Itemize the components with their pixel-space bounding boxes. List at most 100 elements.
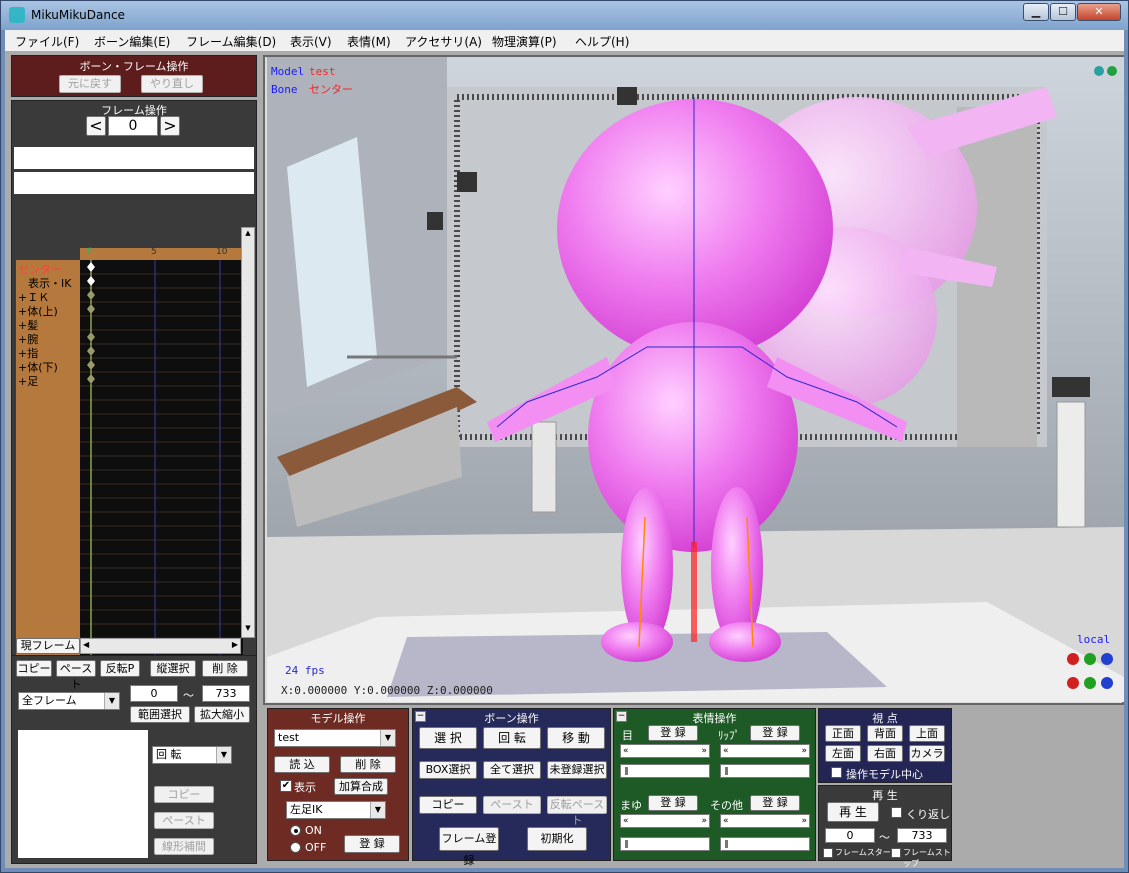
chevron-down-icon[interactable]: ▼ bbox=[380, 730, 395, 746]
off-radio[interactable] bbox=[290, 842, 301, 853]
view-left-button[interactable]: 左面 bbox=[825, 745, 861, 762]
range-from-field[interactable]: 0 bbox=[130, 685, 178, 702]
menu-accessory[interactable]: アクセサリ(A) bbox=[405, 33, 482, 50]
range-select-button[interactable]: 範囲選択 bbox=[130, 706, 190, 723]
next-frame-button[interactable]: > bbox=[160, 116, 180, 136]
3d-viewport[interactable]: Model test Bone センター 24 fps X:0.000000 Y… bbox=[267, 57, 1124, 702]
scale-button[interactable]: 拡大縮小 bbox=[194, 706, 250, 723]
frame-stop-checkbox[interactable] bbox=[891, 848, 901, 858]
interp-mode-select[interactable]: 回 転 ▼ bbox=[152, 746, 232, 764]
view-camera-button[interactable]: カメラ bbox=[909, 745, 945, 762]
redo-button[interactable]: やり直し bbox=[141, 75, 203, 93]
scroll-left-arrow-icon[interactable]: ◀ bbox=[83, 640, 89, 649]
brow-slider[interactable] bbox=[620, 837, 710, 851]
timeline-grid[interactable] bbox=[80, 260, 243, 687]
model-register-button[interactable]: 登 録 bbox=[344, 835, 400, 853]
delete-model-button[interactable]: 削 除 bbox=[340, 756, 396, 773]
move-y-icon[interactable] bbox=[1084, 677, 1096, 689]
lip-select[interactable]: «» bbox=[720, 744, 810, 758]
menu-file[interactable]: ファイル(F) bbox=[15, 33, 79, 50]
delete-button[interactable]: 削 除 bbox=[202, 660, 248, 677]
view-back-button[interactable]: 背面 bbox=[867, 725, 903, 742]
play-from-field[interactable]: 0 bbox=[825, 828, 875, 843]
prev-frame-button[interactable]: < bbox=[86, 116, 106, 136]
frame-number-field[interactable]: 0 bbox=[108, 116, 158, 136]
play-button[interactable]: 再 生 bbox=[827, 802, 879, 822]
box-select-button[interactable]: BOX選択 bbox=[419, 761, 477, 779]
loop-checkbox[interactable] bbox=[891, 807, 902, 818]
move-x-icon[interactable] bbox=[1067, 677, 1079, 689]
view-front-button[interactable]: 正面 bbox=[825, 725, 861, 742]
view-top-button[interactable]: 上面 bbox=[909, 725, 945, 742]
model-center-checkbox[interactable] bbox=[831, 767, 842, 778]
other-register-button[interactable]: 登 録 bbox=[750, 795, 800, 811]
eye-select[interactable]: «» bbox=[620, 744, 710, 758]
load-model-button[interactable]: 読 込 bbox=[274, 756, 330, 773]
select-all-button[interactable]: 全て選択 bbox=[483, 761, 541, 779]
brow-register-button[interactable]: 登 録 bbox=[648, 795, 698, 811]
keyframe-finger[interactable] bbox=[87, 346, 95, 356]
vertical-select-button[interactable]: 縦選択 bbox=[150, 660, 196, 677]
eye-slider[interactable] bbox=[620, 764, 710, 778]
minimize-button[interactable]: ▁ bbox=[1023, 3, 1049, 21]
interp-copy-button[interactable]: コピー bbox=[154, 786, 214, 803]
rotate-z-icon[interactable] bbox=[1101, 653, 1113, 665]
keyframe-arm[interactable] bbox=[87, 332, 95, 342]
show-checkbox[interactable]: ✔ bbox=[280, 780, 292, 792]
eye-register-button[interactable]: 登 録 bbox=[648, 725, 698, 741]
keyframe-ik[interactable] bbox=[87, 290, 95, 300]
frame-start-checkbox[interactable] bbox=[823, 848, 833, 858]
menu-physics[interactable]: 物理演算(P) bbox=[492, 33, 557, 50]
interpolation-curve-box[interactable] bbox=[18, 730, 148, 858]
reverse-paste-bone-button[interactable]: 反転ペースト bbox=[547, 796, 607, 827]
menu-view[interactable]: 表示(V) bbox=[290, 33, 332, 50]
rotate-y-icon[interactable] bbox=[1084, 653, 1096, 665]
menu-help[interactable]: ヘルプ(H) bbox=[575, 33, 629, 50]
maximize-button[interactable]: ☐ bbox=[1050, 3, 1076, 21]
menu-face[interactable]: 表情(M) bbox=[347, 33, 391, 50]
chevron-down-icon[interactable]: ▼ bbox=[216, 747, 231, 763]
chevron-down-icon[interactable]: ▼ bbox=[104, 693, 119, 709]
keyframe-upper-body[interactable] bbox=[87, 304, 95, 314]
linear-interp-button[interactable]: 線形補間 bbox=[154, 838, 214, 855]
other-slider[interactable] bbox=[720, 837, 810, 851]
move-z-icon[interactable] bbox=[1101, 677, 1113, 689]
rotate-bone-button[interactable]: 回 転 bbox=[483, 727, 541, 749]
current-frame-button[interactable]: 現フレーム bbox=[16, 638, 80, 654]
bone-copy-button[interactable]: コピー bbox=[419, 796, 477, 814]
other-select[interactable]: «» bbox=[720, 814, 810, 828]
bone-select[interactable]: 左足IK ▼ bbox=[286, 801, 386, 819]
brow-select[interactable]: «» bbox=[620, 814, 710, 828]
scroll-right-arrow-icon[interactable]: ▶ bbox=[232, 640, 238, 649]
keyframe-center[interactable] bbox=[87, 262, 95, 272]
chevron-down-icon[interactable]: ▼ bbox=[370, 802, 385, 818]
range-to-field[interactable]: 733 bbox=[202, 685, 250, 702]
keyframe-leg[interactable] bbox=[87, 374, 95, 384]
paste-button[interactable]: ペースト bbox=[56, 660, 96, 691]
view-move-icon[interactable] bbox=[1107, 66, 1117, 76]
close-button[interactable]: ✕ bbox=[1077, 3, 1121, 21]
lip-register-button[interactable]: 登 録 bbox=[750, 725, 800, 741]
scroll-up-arrow-icon[interactable]: ▲ bbox=[243, 229, 253, 241]
select-bone-button[interactable]: 選 択 bbox=[419, 727, 477, 749]
menu-frame-edit[interactable]: フレーム編集(D) bbox=[186, 33, 276, 50]
menu-bone-edit[interactable]: ボーン編集(E) bbox=[94, 33, 170, 50]
view-right-button[interactable]: 右面 bbox=[867, 745, 903, 762]
play-to-field[interactable]: 733 bbox=[897, 828, 947, 843]
model-select[interactable]: test ▼ bbox=[274, 729, 396, 747]
keyframe-lower-body[interactable] bbox=[87, 360, 95, 370]
scroll-down-arrow-icon[interactable]: ▼ bbox=[243, 624, 253, 636]
on-radio[interactable] bbox=[290, 825, 301, 836]
interp-paste-button[interactable]: ペースト bbox=[154, 812, 214, 829]
bone-paste-button[interactable]: ペースト bbox=[483, 796, 541, 814]
move-bone-button[interactable]: 移 動 bbox=[547, 727, 605, 749]
frame-register-button[interactable]: フレーム登録 bbox=[439, 827, 499, 867]
unregistered-select-button[interactable]: 未登録選択 bbox=[547, 761, 607, 779]
timeline-row-leg[interactable]: +足 bbox=[18, 373, 38, 389]
view-rotate-icon[interactable] bbox=[1094, 66, 1104, 76]
add-blend-button[interactable]: 加算合成 bbox=[334, 778, 388, 795]
undo-button[interactable]: 元に戻す bbox=[59, 75, 121, 93]
reverse-paste-button[interactable]: 反転P bbox=[100, 660, 140, 677]
keyframe-show-ik[interactable] bbox=[87, 276, 95, 286]
copy-button[interactable]: コピー bbox=[16, 660, 52, 677]
